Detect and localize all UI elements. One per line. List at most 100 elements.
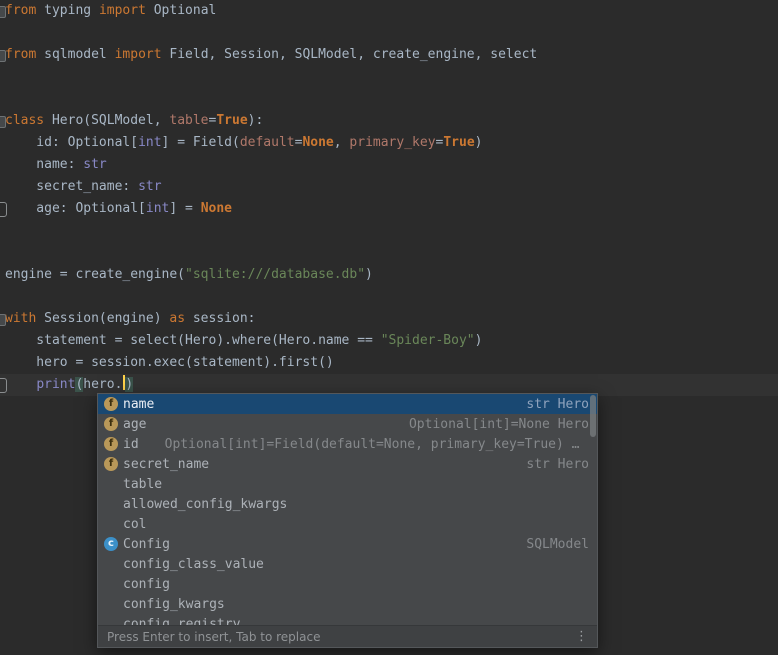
completion-item-label: allowed_config_kwargs: [123, 497, 287, 512]
code-token: age: Optional[: [5, 201, 146, 216]
code-line[interactable]: secret_name: str: [0, 176, 778, 198]
code-token: ):: [248, 113, 264, 128]
code-token: str: [138, 179, 161, 194]
completion-item-label: name: [123, 397, 154, 412]
code-line[interactable]: id: Optional[int] = Field(default=None, …: [0, 132, 778, 154]
code-line[interactable]: [0, 286, 778, 308]
code-token: typing: [36, 3, 99, 18]
code-token: ,: [334, 135, 350, 150]
field-icon: f: [104, 457, 118, 471]
completion-item-table[interactable]: table: [98, 474, 597, 494]
code-token: int: [146, 201, 169, 216]
code-token: Session(engine): [36, 311, 169, 326]
code-token: True: [443, 135, 474, 150]
completion-footer: Press Enter to insert, Tab to replace ⋮: [98, 625, 597, 647]
code-token: from: [5, 3, 36, 18]
code-token: table: [169, 113, 208, 128]
code-line[interactable]: [0, 88, 778, 110]
completion-item-label: age: [123, 417, 146, 432]
field-icon: f: [104, 437, 118, 451]
fold-marker-icon: [0, 6, 6, 18]
code-area: from typing import Optionalfrom sqlmodel…: [0, 0, 778, 396]
code-token: from: [5, 47, 36, 62]
completion-item-age[interactable]: fage Optional[int]=None Hero: [98, 414, 597, 434]
completion-item-signature: Optional[int]=Field(default=None, primar…: [165, 437, 580, 452]
fold-marker-icon: [0, 50, 6, 62]
completion-item-secret_name[interactable]: f secret_name str Hero: [98, 454, 597, 474]
code-line[interactable]: statement = select(Hero).where(Hero.name…: [0, 330, 778, 352]
completion-item-config_class_value[interactable]: config_class_value: [98, 554, 597, 574]
autocomplete-popup: fnamestr HerofageOptional[int]=None Hero…: [97, 393, 598, 648]
completion-item-label: col: [123, 517, 146, 532]
code-token: ): [125, 377, 133, 392]
completion-item-label: config_class_value: [123, 557, 264, 572]
code-token: ): [475, 333, 483, 348]
fold-marker-icon: [0, 116, 6, 128]
code-token: engine = create_engine(: [5, 267, 185, 282]
code-line[interactable]: with Session(engine) as session:: [0, 308, 778, 330]
completion-item-Config[interactable]: c Config SQLModel: [98, 534, 597, 554]
gutter-mark-icon: [0, 202, 7, 217]
code-line[interactable]: age: Optional[int] = None: [0, 198, 778, 220]
completion-item-id[interactable]: fid Optional[int]=Field(default=None, pri…: [98, 434, 597, 454]
code-token: ] = Field(: [162, 135, 240, 150]
completion-item-label: table: [123, 477, 162, 492]
code-line[interactable]: engine = create_engine("sqlite:///databa…: [0, 264, 778, 286]
code-line[interactable]: [0, 66, 778, 88]
gutter-mark-icon: [0, 378, 7, 393]
code-token: primary_key: [349, 135, 435, 150]
class-icon: c: [104, 537, 118, 551]
code-token: import: [99, 3, 146, 18]
completion-item-config_kwargs[interactable]: config_kwargs: [98, 594, 597, 614]
completion-item-label: secret_name: [123, 457, 209, 472]
code-token: default: [240, 135, 295, 150]
completion-item-allowed_config_kwargs[interactable]: allowed_config_kwargs: [98, 494, 597, 514]
fold-marker-icon: [0, 314, 6, 326]
code-token: Field, Session, SQLModel, create_engine,…: [162, 47, 538, 62]
completion-item-config_registry[interactable]: config_registry: [98, 614, 597, 625]
completion-item-label: config: [123, 577, 170, 592]
completion-item-type: str Hero: [526, 397, 589, 412]
code-token: "sqlite:///database.db": [185, 267, 365, 282]
completion-hint: Press Enter to insert, Tab to replace: [107, 630, 320, 644]
code-token: True: [216, 113, 247, 128]
scrollbar-thumb[interactable]: [590, 395, 596, 437]
code-token: id: Optional[: [5, 135, 138, 150]
code-token: class: [5, 113, 44, 128]
completion-item-label: config_kwargs: [123, 597, 225, 612]
code-line[interactable]: from sqlmodel import Field, Session, SQL…: [0, 44, 778, 66]
code-token: Optional: [146, 3, 216, 18]
code-token: sqlmodel: [36, 47, 114, 62]
kebab-menu-icon[interactable]: ⋮: [575, 630, 588, 643]
code-token: import: [115, 47, 162, 62]
completion-item-col[interactable]: col: [98, 514, 597, 534]
field-icon: f: [104, 417, 118, 431]
completion-item-label: id: [123, 437, 139, 452]
code-token: session:: [185, 311, 255, 326]
code-line[interactable]: name: str: [0, 154, 778, 176]
completion-item-type: Optional[int]=None Hero: [409, 417, 589, 432]
code-line[interactable]: hero = session.exec(statement).first(): [0, 352, 778, 374]
code-token: print: [36, 377, 75, 392]
code-token: None: [201, 201, 232, 216]
code-line[interactable]: from typing import Optional: [0, 0, 778, 22]
code-line[interactable]: [0, 22, 778, 44]
code-token: ] =: [169, 201, 200, 216]
code-token: hero.: [83, 377, 122, 392]
code-token: ): [365, 267, 373, 282]
code-token: "Spider-Boy": [381, 333, 475, 348]
completion-item-label: config_registry: [123, 617, 240, 626]
field-icon: f: [104, 397, 118, 411]
code-line[interactable]: [0, 242, 778, 264]
code-line[interactable]: class Hero(SQLModel, table=True):: [0, 110, 778, 132]
completion-item-label: Config: [123, 537, 170, 552]
code-token: ): [475, 135, 483, 150]
completion-item-name[interactable]: fname str Hero: [98, 394, 597, 414]
code-token: None: [302, 135, 333, 150]
completion-item-config[interactable]: config: [98, 574, 597, 594]
completion-item-type: str Hero: [526, 457, 589, 472]
code-token: name:: [5, 157, 83, 172]
code-line[interactable]: [0, 220, 778, 242]
code-token: str: [83, 157, 106, 172]
completion-item-type: SQLModel: [526, 537, 589, 552]
